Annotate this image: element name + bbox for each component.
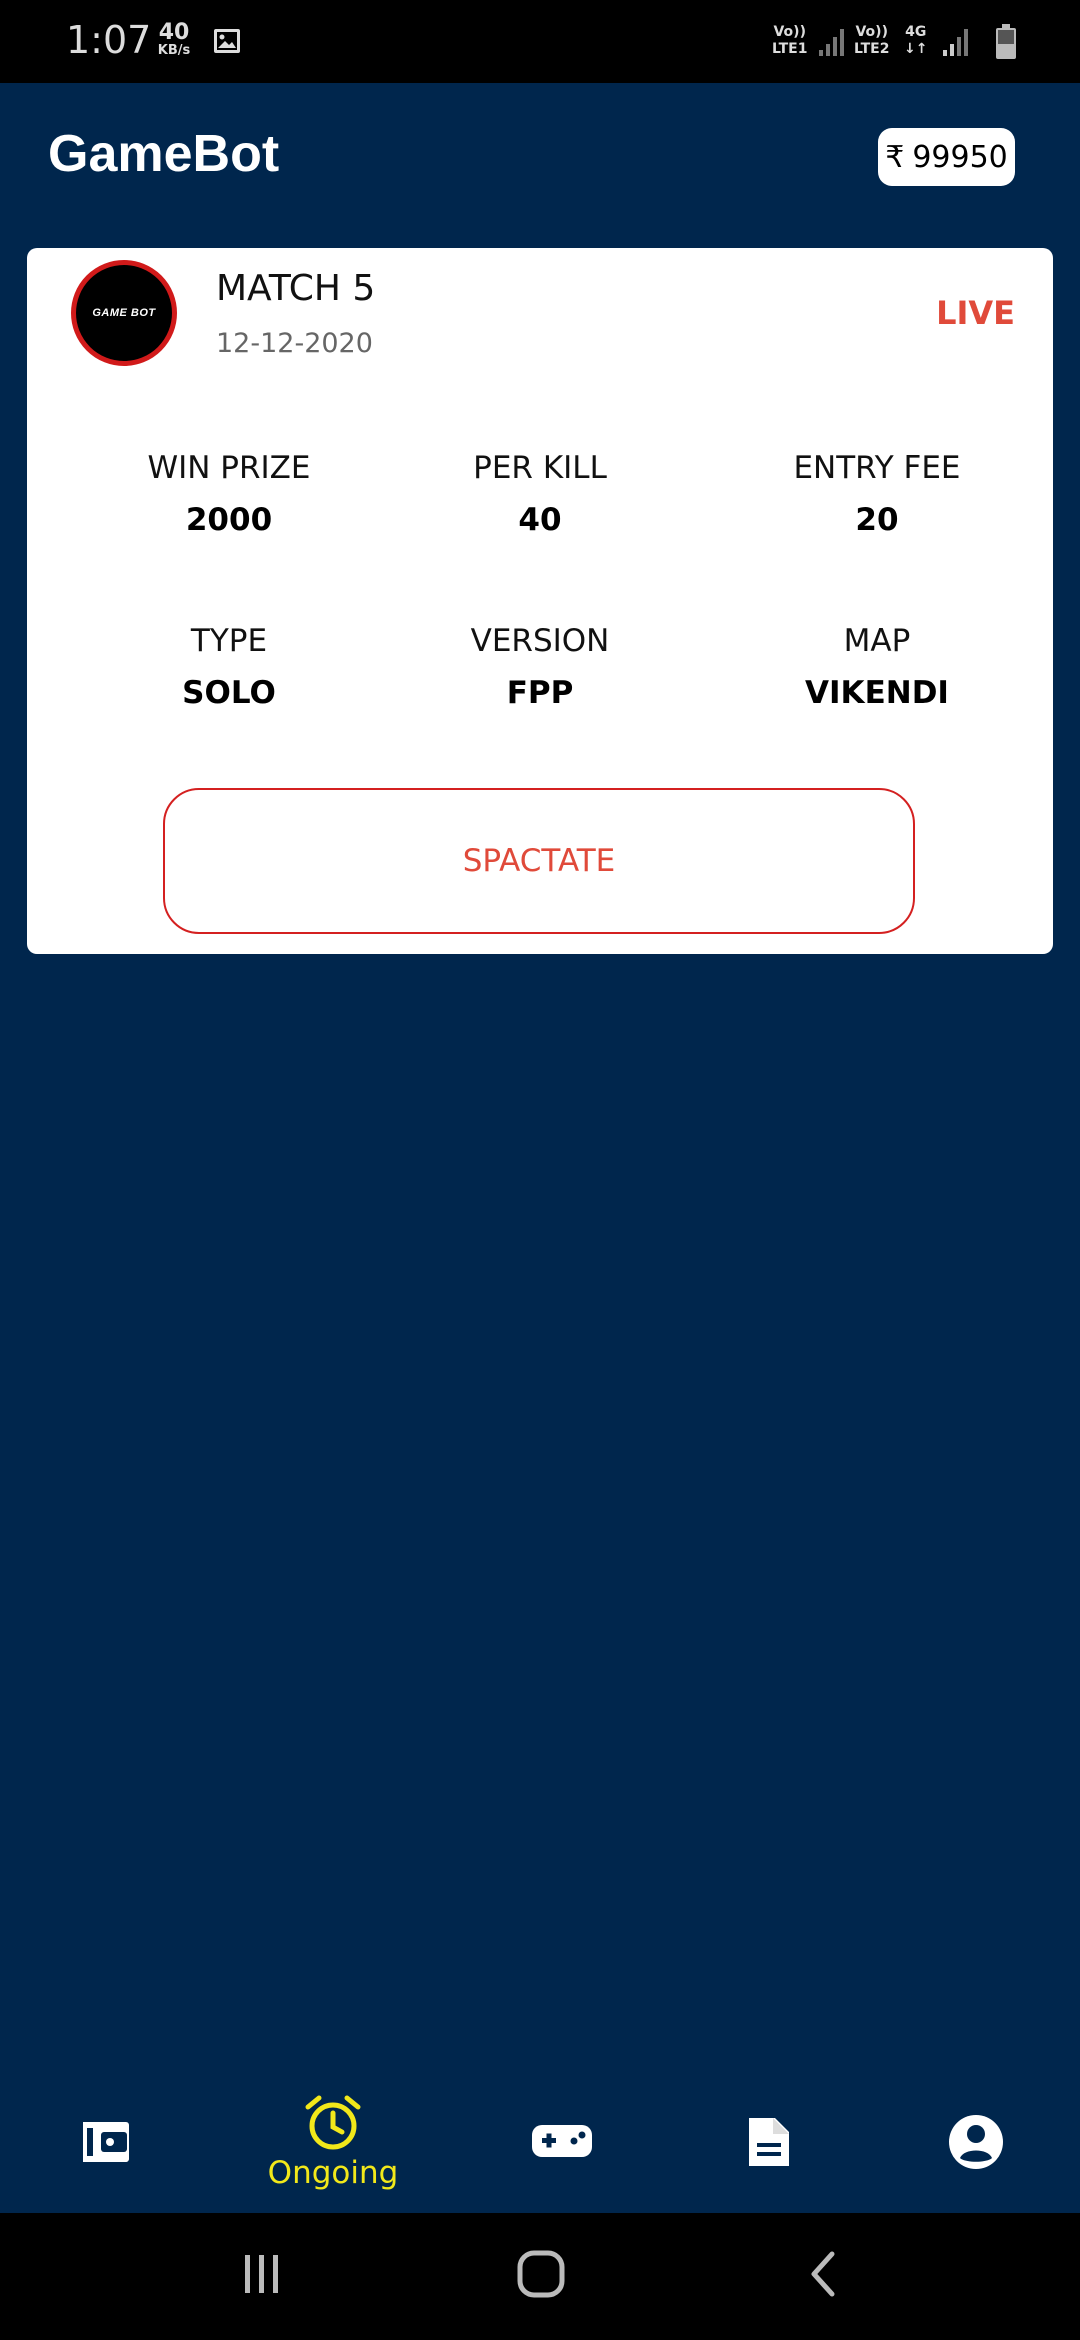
nav-ongoing[interactable]: Ongoing [243, 2085, 423, 2213]
data-activity-arrows: ↓↑ [904, 41, 928, 57]
stat-type: TYPE SOLO [79, 623, 379, 711]
sim2-lte-label: LTE2 [854, 41, 890, 57]
balance-amount: 99950 [912, 139, 1008, 175]
account-circle-icon [949, 2115, 1003, 2169]
network-speed-value: 40 [158, 20, 190, 45]
app-screen: { "status_bar": { "time": "1:07", "net_s… [0, 0, 1080, 2340]
stat-value: FPP [506, 675, 574, 711]
live-badge: LIVE [936, 294, 1015, 332]
stat-map: MAP VIKENDI [727, 623, 1027, 711]
sim2-signal-icon [943, 29, 968, 56]
system-navigation-bar [0, 2213, 1080, 2340]
home-icon[interactable] [516, 2249, 566, 2299]
image-notification-icon [214, 29, 240, 53]
sim1-indicator: Vo)) LTE1 [772, 24, 807, 58]
stat-label: ENTRY FEE [793, 450, 961, 486]
network-speed-unit: KB/s [157, 43, 191, 58]
wallet-balance-badge[interactable]: ₹ 99950 [878, 128, 1015, 186]
stat-entry-fee: ENTRY FEE 20 [727, 450, 1027, 538]
nav-profile[interactable] [886, 2085, 1066, 2213]
stat-label: PER KILL [473, 450, 607, 486]
stat-label: TYPE [190, 623, 268, 659]
status-bar: 1:07 40 KB/s Vo)) LTE1 Vo)) LTE2 4G ↓↑ [0, 0, 1080, 83]
alarm-clock-icon [305, 2095, 361, 2150]
logo-text: GAME BOT [92, 307, 156, 319]
match-card[interactable]: GAME BOT MATCH 5 12-12-2020 LIVE WIN PRI… [27, 248, 1053, 954]
stat-value: 20 [855, 502, 899, 538]
sim1-lte-label: LTE1 [772, 41, 808, 57]
gamepad-icon [532, 2125, 592, 2157]
stat-label: VERSION [470, 623, 610, 659]
nav-results[interactable] [679, 2085, 859, 2213]
sim1-volte-label: Vo)) [773, 24, 806, 40]
sim2-indicator: Vo)) LTE2 [854, 24, 889, 58]
stat-value: VIKENDI [805, 675, 949, 711]
match-date: 12-12-2020 [216, 328, 373, 359]
stat-label: WIN PRIZE [147, 450, 311, 486]
recent-apps-icon[interactable] [237, 2249, 287, 2299]
back-icon[interactable] [800, 2249, 850, 2299]
mobile-data-indicator: 4G ↓↑ [904, 24, 927, 58]
stat-value: 40 [518, 502, 562, 538]
match-title: MATCH 5 [216, 268, 376, 309]
currency-symbol: ₹ [885, 139, 905, 175]
spectate-button[interactable]: SPACTATE [163, 788, 915, 934]
status-time: 1:07 [66, 18, 152, 62]
bottom-navigation: Ongoing [0, 2085, 1080, 2213]
sim1-signal-icon [819, 29, 844, 56]
app-title: GameBot [48, 125, 280, 183]
stat-value: 2000 [185, 502, 273, 538]
nav-wallet[interactable] [15, 2085, 195, 2213]
nav-ongoing-label: Ongoing [267, 2155, 399, 2191]
stat-win-prize: WIN PRIZE 2000 [79, 450, 379, 538]
network-speed: 40 KB/s [156, 22, 192, 58]
document-icon [749, 2118, 789, 2166]
stat-per-kill: PER KILL 40 [390, 450, 690, 538]
sim2-volte-label: Vo)) [855, 24, 888, 40]
stat-value: SOLO [182, 675, 276, 711]
gamebot-logo: GAME BOT [71, 260, 177, 366]
stat-label: MAP [843, 623, 911, 659]
stat-version: VERSION FPP [390, 623, 690, 711]
battery-icon [996, 24, 1016, 59]
data-type-label: 4G [905, 24, 927, 40]
wallet-icon [83, 2122, 129, 2162]
nav-games[interactable] [472, 2085, 652, 2213]
